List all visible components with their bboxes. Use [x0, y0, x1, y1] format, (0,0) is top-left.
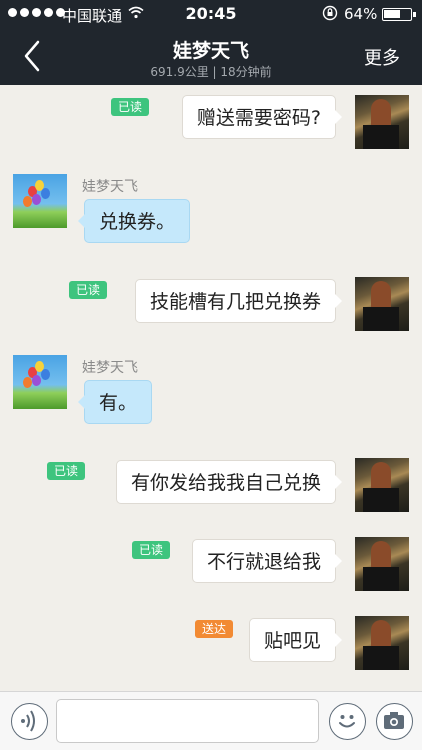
- rotation-lock-icon: [322, 5, 338, 25]
- voice-button[interactable]: [11, 703, 48, 740]
- contact-avatar[interactable]: [13, 174, 67, 228]
- more-button[interactable]: 更多: [364, 44, 400, 70]
- voice-icon: [21, 710, 35, 732]
- message-bubble[interactable]: 有。: [77, 380, 153, 424]
- battery-level-fill: [384, 10, 400, 18]
- sender-name: 娃梦天飞: [82, 179, 138, 195]
- my-avatar[interactable]: [355, 537, 409, 591]
- chat-subtitle: 691.9公里 | 18分钟前: [150, 65, 272, 79]
- read-status-badge: 已读: [111, 98, 150, 116]
- battery-icon: [382, 8, 416, 21]
- input-bar: [0, 691, 422, 750]
- message-bubble[interactable]: 有你发给我我自己兑换: [115, 460, 343, 504]
- chat-title: 娃梦天飞: [172, 40, 249, 62]
- navigation-bar: 娃梦天飞 691.9公里 | 18分钟前 更多: [0, 28, 422, 85]
- my-avatar[interactable]: [355, 616, 409, 670]
- message-bubble[interactable]: 技能槽有几把兑换券: [134, 279, 343, 323]
- emoji-button[interactable]: [329, 703, 366, 740]
- message-bubble[interactable]: 贴吧见: [248, 618, 343, 662]
- status-bar: 中国联通 20:45 64%: [0, 0, 422, 28]
- camera-icon: [384, 712, 404, 729]
- contact-avatar[interactable]: [13, 355, 67, 409]
- my-avatar[interactable]: [355, 95, 409, 149]
- battery-percent: 64%: [344, 5, 378, 23]
- read-status-badge: 已读: [69, 281, 108, 299]
- read-status-badge: 已读: [47, 462, 86, 480]
- my-avatar[interactable]: [355, 458, 409, 512]
- message-bubble[interactable]: 赠送需要密码?: [181, 95, 343, 139]
- camera-button[interactable]: [376, 703, 413, 740]
- message-bubble[interactable]: 兑换券。: [77, 199, 191, 243]
- message-input[interactable]: [56, 699, 319, 743]
- sender-name: 娃梦天飞: [82, 360, 138, 376]
- message-bubble[interactable]: 不行就退给我: [191, 539, 343, 583]
- emoji-icon: [339, 715, 355, 728]
- delivered-status-badge: 送达: [195, 620, 234, 638]
- chat-area[interactable]: 已读 赠送需要密码? 娃梦天飞 兑换券。 已读 技能槽有几把兑换券 娃梦天飞 有…: [0, 85, 422, 691]
- read-status-badge: 已读: [132, 541, 171, 559]
- my-avatar[interactable]: [355, 277, 409, 331]
